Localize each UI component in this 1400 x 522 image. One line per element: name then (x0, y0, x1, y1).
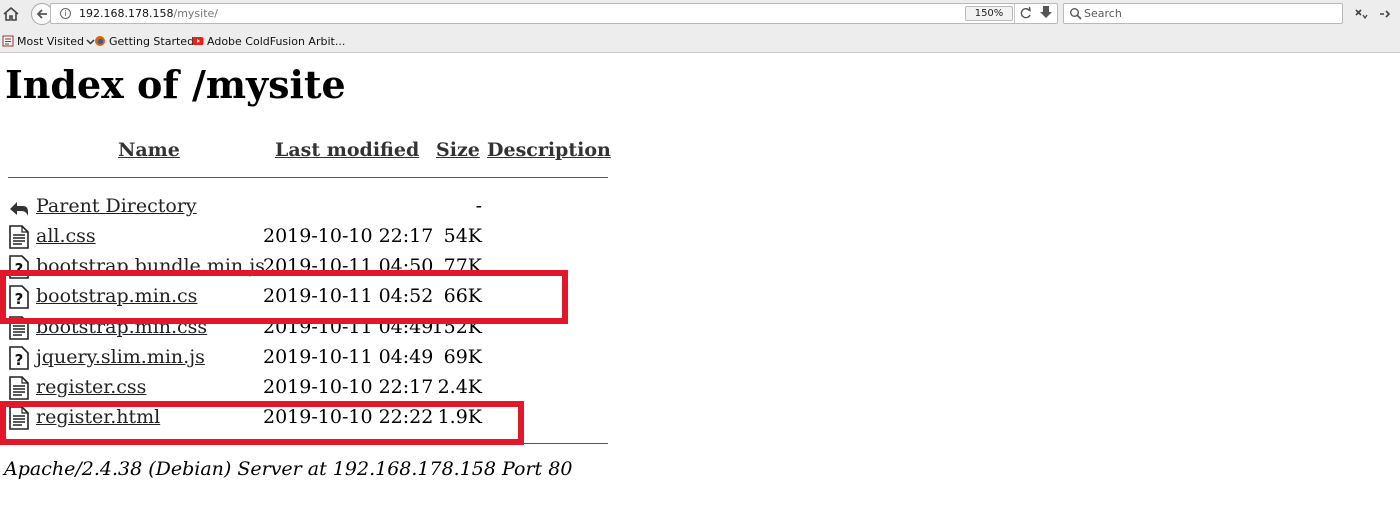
site-info-icon[interactable]: i (60, 8, 71, 19)
bookmarks-bar: Most Visited Getting Started Adobe ColdF… (0, 28, 1400, 53)
last-modified-cell: 2019-10-10 22:17 (263, 225, 434, 247)
file-link[interactable]: register.css (36, 375, 146, 399)
table-row: all.css 2019-10-10 22:17 54K (0, 222, 620, 252)
file-link[interactable]: Parent Directory (36, 194, 197, 218)
search-bar[interactable] (1063, 3, 1343, 24)
bookmark-adobe-coldfusion[interactable]: Adobe ColdFusion Arbit... (192, 33, 345, 49)
column-header-name[interactable]: Name (118, 138, 180, 162)
home-icon[interactable] (2, 5, 20, 23)
back-arrow-icon (10, 202, 28, 216)
firefox-icon (95, 36, 105, 46)
reload-button[interactable] (1014, 4, 1036, 23)
bookmark-most-visited[interactable]: Most Visited (2, 33, 95, 49)
table-row: register.css 2019-10-10 22:17 2.4K (0, 373, 620, 403)
url-text[interactable]: 192.168.178.158/mysite/ (79, 7, 218, 20)
search-input[interactable] (1084, 6, 1334, 21)
page-title: Index of /mysite (5, 62, 346, 107)
header-divider (8, 177, 608, 178)
url-path: /mysite/ (173, 7, 218, 20)
size-cell: 69K (443, 346, 482, 368)
file-link[interactable]: jquery.slim.min.js (36, 345, 205, 369)
extension-icon[interactable] (1353, 6, 1369, 22)
column-header-size[interactable]: Size (436, 138, 480, 162)
last-modified-cell: 2019-10-11 04:49 (263, 346, 434, 368)
back-arrow-icon (36, 9, 47, 19)
most-visited-icon (2, 35, 14, 47)
highlight-box-register-html (0, 401, 524, 445)
file-link[interactable]: all.css (36, 224, 96, 248)
table-row: Parent Directory - (0, 192, 620, 222)
bookmark-label: Adobe ColdFusion Arbit... (207, 34, 346, 48)
text-file-icon (9, 225, 29, 249)
column-header-last-modified[interactable]: Last modified (275, 138, 419, 162)
size-cell: 2.4K (437, 376, 482, 398)
download-button[interactable] (1038, 4, 1054, 22)
server-signature: Apache/2.4.38 (Debian) Server at 192.168… (4, 458, 573, 480)
bookmark-label: Getting Started (109, 34, 195, 48)
highlight-box-bootstrap-min-cs (0, 270, 568, 324)
column-header-description[interactable]: Description (487, 138, 611, 162)
bookmark-getting-started[interactable]: Getting Started (94, 33, 194, 49)
url-host: 192.168.178.158 (79, 7, 174, 20)
youtube-icon (192, 37, 204, 45)
reload-icon (1020, 6, 1031, 19)
size-cell: - (475, 195, 482, 217)
overflow-menu-icon[interactable] (1376, 6, 1392, 22)
url-bar[interactable]: i 192.168.178.158/mysite/ 150% (50, 3, 1058, 24)
svg-text:?: ? (15, 351, 24, 369)
browser-toolbar: i 192.168.178.158/mysite/ 150% (0, 0, 1400, 28)
unknown-file-icon: ? (9, 346, 29, 370)
table-row: ? jquery.slim.min.js 2019-10-11 04:49 69… (0, 343, 620, 373)
last-modified-cell: 2019-10-10 22:17 (263, 376, 434, 398)
bookmark-label: Most Visited (17, 34, 84, 48)
search-icon (1070, 8, 1082, 20)
text-file-icon (9, 376, 29, 400)
download-arrow-icon (1040, 6, 1052, 18)
zoom-level-badge[interactable]: 150% (965, 6, 1013, 21)
size-cell: 54K (443, 225, 482, 247)
